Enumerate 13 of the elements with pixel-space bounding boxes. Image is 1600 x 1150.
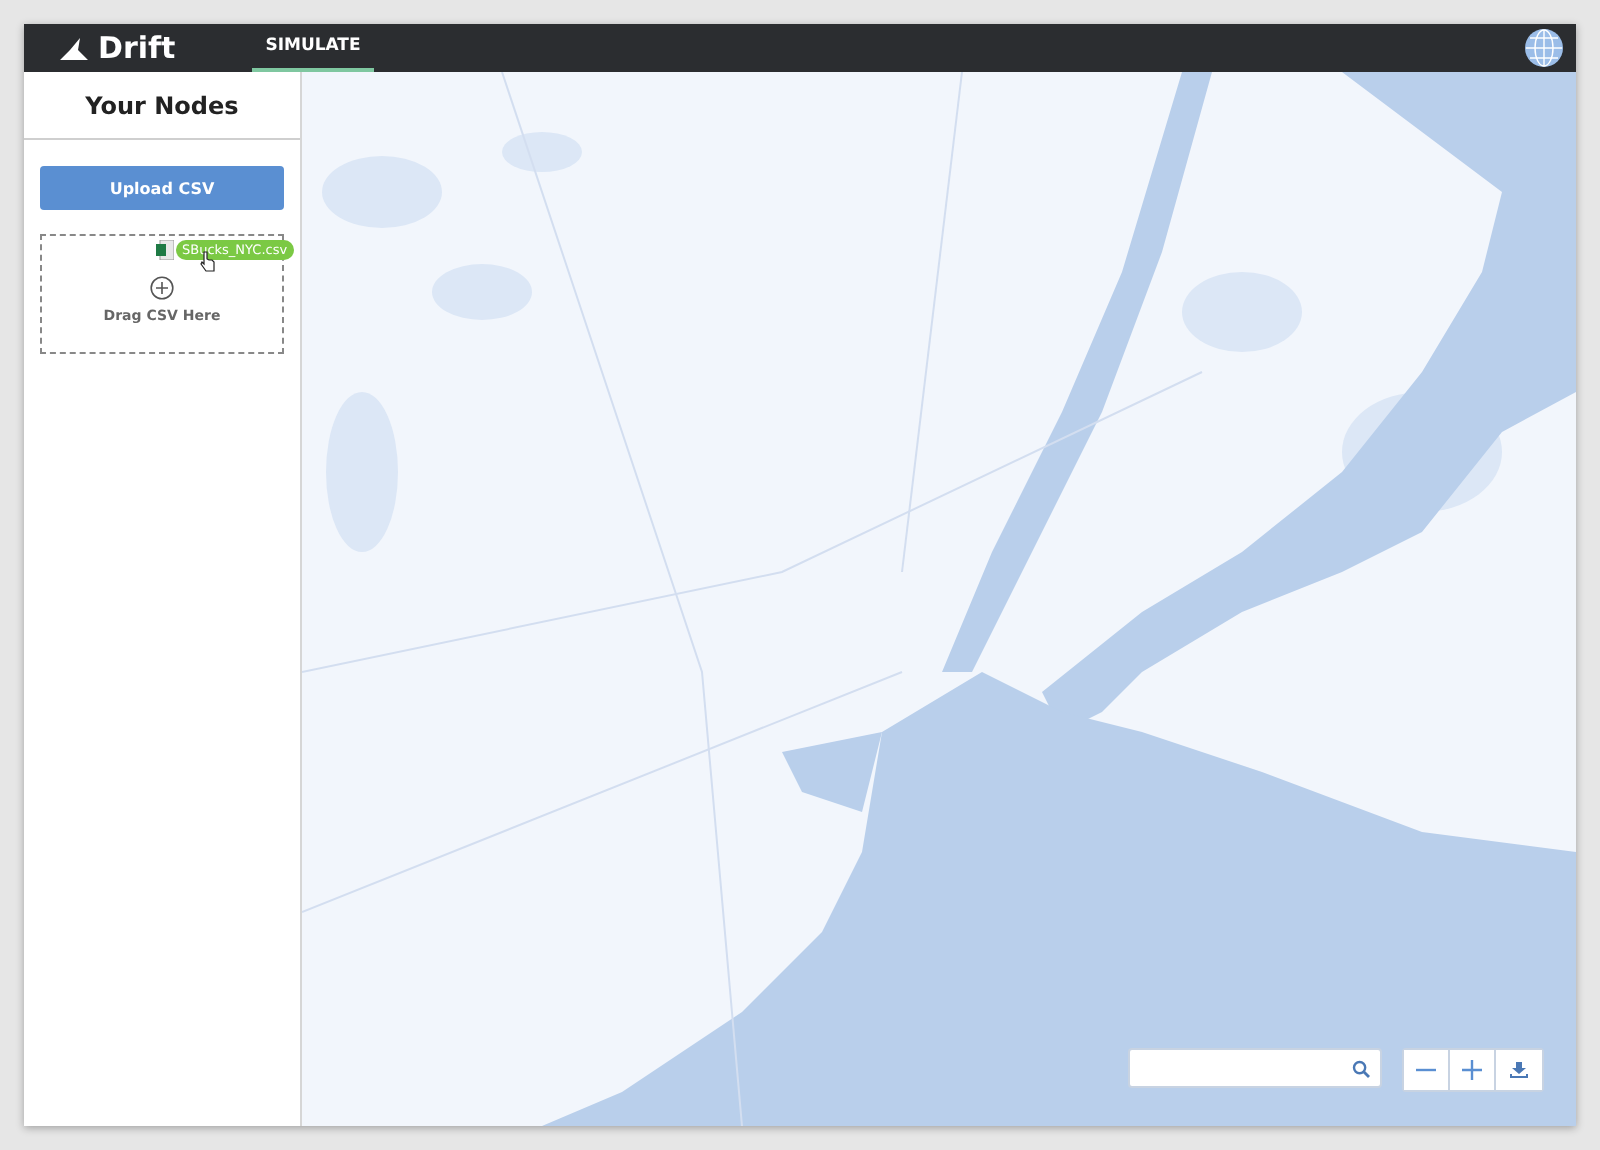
spreadsheet-file-icon [156, 240, 174, 260]
download-icon [1510, 1062, 1528, 1078]
search-icon [1352, 1059, 1370, 1077]
globe-icon[interactable] [1524, 28, 1564, 68]
sidebar-title: Your Nodes [24, 72, 300, 140]
plus-icon [1462, 1060, 1482, 1080]
app-logo: Drift [98, 30, 176, 66]
plus-icon [150, 276, 174, 300]
fin-logo-icon [60, 37, 88, 59]
minus-icon [1416, 1068, 1436, 1072]
map-search-field[interactable] [1128, 1048, 1382, 1088]
zoom-out-button[interactable] [1404, 1050, 1450, 1090]
upload-csv-button[interactable]: Upload CSV [40, 166, 284, 210]
